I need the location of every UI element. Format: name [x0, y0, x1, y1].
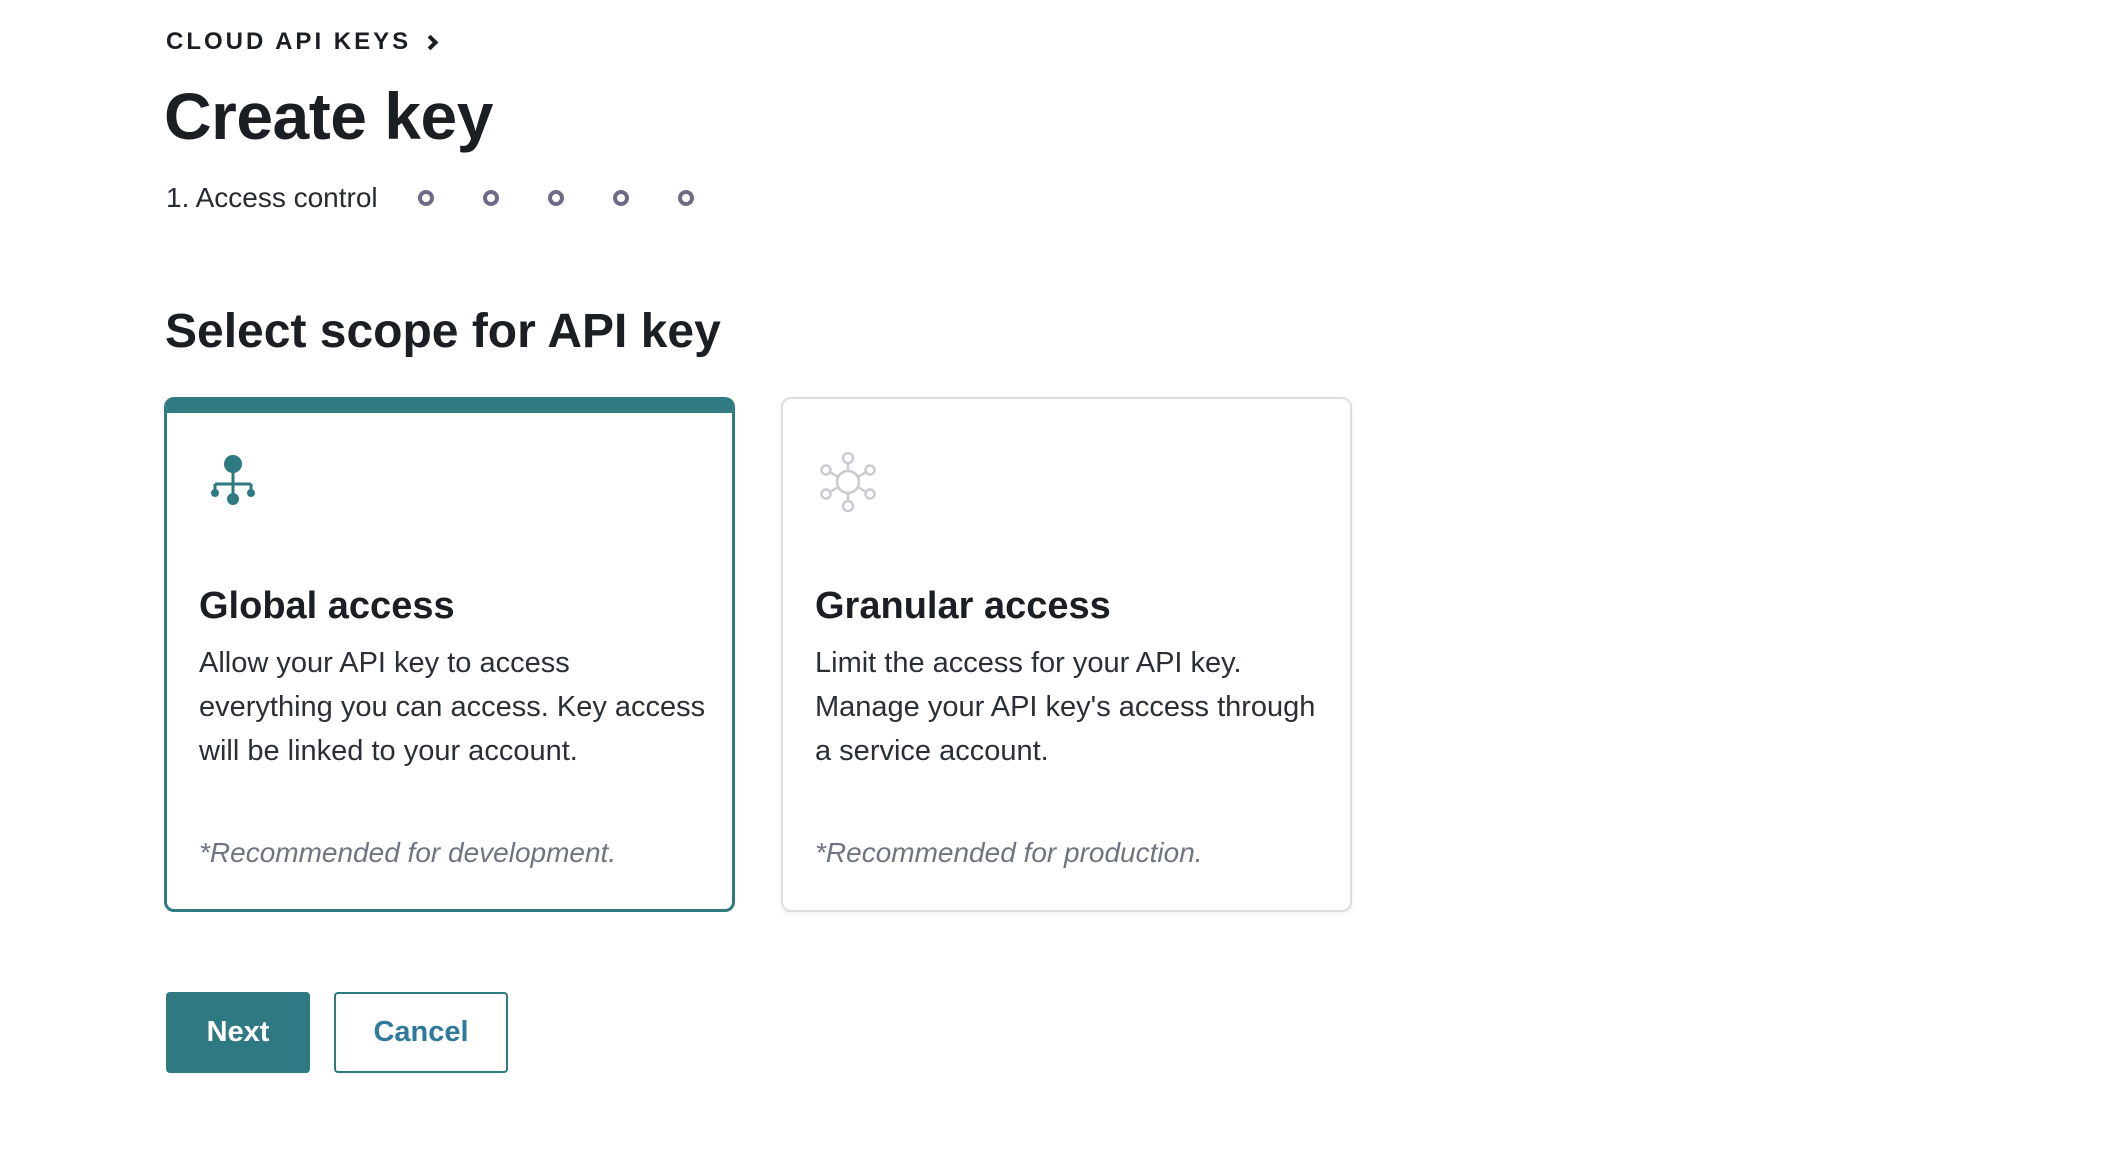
network-hub-icon [820, 452, 876, 512]
stepper: 1. Access control [166, 178, 743, 218]
hierarchy-icon [211, 455, 255, 505]
step-dot-2 [417, 190, 434, 206]
section-title: Select scope for API key [165, 305, 721, 358]
chevron-right-icon [422, 34, 439, 51]
step-dot-6 [677, 190, 694, 206]
current-step-label: 1. Access control [166, 182, 378, 213]
granular-access-note: *Recommended for production. [815, 837, 1203, 868]
granular-access-card[interactable]: Granular access Limit the access for you… [781, 397, 1352, 912]
breadcrumb-link-cloud-api-keys[interactable]: CLOUD API KEYS [166, 28, 411, 56]
create-key-page: CLOUD API KEYS Create key 1. Access cont… [0, 0, 2112, 1156]
page-title: Create key [164, 79, 493, 153]
step-dot-4 [547, 190, 564, 206]
breadcrumb[interactable]: CLOUD API KEYS [166, 28, 439, 56]
step-dot-3 [482, 190, 499, 206]
global-access-note: *Recommended for development. [199, 837, 617, 868]
step-dot-5 [612, 190, 629, 206]
cancel-button[interactable]: Cancel [334, 992, 508, 1073]
global-access-card[interactable]: Global access Allow your API key to acce… [164, 397, 735, 912]
global-access-title: Global access [199, 585, 455, 627]
granular-access-title: Granular access [815, 585, 1111, 627]
granular-access-description: Limit the access for your API key. Manag… [815, 647, 1316, 767]
global-access-description: Allow your API key to access everything … [199, 647, 706, 767]
next-button[interactable]: Next [166, 992, 310, 1073]
